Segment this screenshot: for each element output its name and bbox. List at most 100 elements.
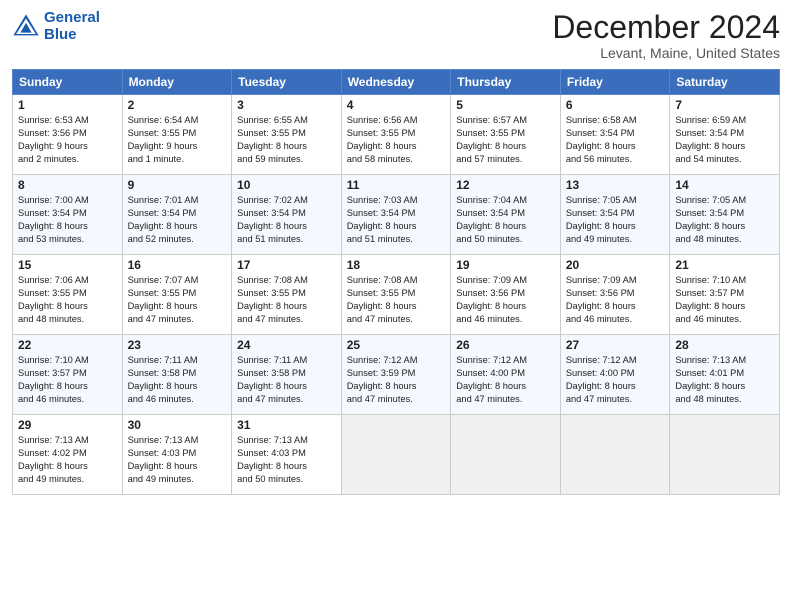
day-number: 31 (237, 418, 336, 432)
day-number: 6 (566, 98, 665, 112)
day-number: 18 (347, 258, 446, 272)
calendar-cell (670, 415, 780, 495)
day-info: Sunrise: 7:03 AM Sunset: 3:54 PM Dayligh… (347, 194, 446, 246)
calendar-table: SundayMondayTuesdayWednesdayThursdayFrid… (12, 69, 780, 495)
day-info: Sunrise: 7:07 AM Sunset: 3:55 PM Dayligh… (128, 274, 227, 326)
calendar-cell: 6 Sunrise: 6:58 AM Sunset: 3:54 PM Daylig… (560, 95, 670, 175)
calendar-cell (560, 415, 670, 495)
header: General Blue December 2024 Levant, Maine… (12, 10, 780, 61)
logo-line2: Blue (44, 26, 77, 43)
day-number: 4 (347, 98, 446, 112)
day-number: 25 (347, 338, 446, 352)
day-number: 14 (675, 178, 774, 192)
calendar-cell (451, 415, 561, 495)
day-header-tuesday: Tuesday (232, 70, 342, 95)
day-info: Sunrise: 7:10 AM Sunset: 3:57 PM Dayligh… (18, 354, 117, 406)
logo-line1: General (44, 9, 100, 26)
day-info: Sunrise: 7:12 AM Sunset: 4:00 PM Dayligh… (566, 354, 665, 406)
day-number: 29 (18, 418, 117, 432)
day-info: Sunrise: 7:05 AM Sunset: 3:54 PM Dayligh… (675, 194, 774, 246)
calendar-cell: 9Sunrise: 7:01 AM Sunset: 3:54 PM Daylig… (122, 175, 232, 255)
day-info: Sunrise: 6:58 AM Sunset: 3:54 PM Dayligh… (566, 114, 665, 166)
day-header-saturday: Saturday (670, 70, 780, 95)
day-number: 12 (456, 178, 555, 192)
day-header-friday: Friday (560, 70, 670, 95)
day-info: Sunrise: 7:12 AM Sunset: 4:00 PM Dayligh… (456, 354, 555, 406)
day-info: Sunrise: 7:02 AM Sunset: 3:54 PM Dayligh… (237, 194, 336, 246)
calendar-cell: 18 Sunrise: 7:08 AM Sunset: 3:55 PM Dayli… (341, 255, 451, 335)
calendar-cell: 16 Sunrise: 7:07 AM Sunset: 3:55 PM Dayli… (122, 255, 232, 335)
day-number: 2 (128, 98, 227, 112)
calendar-cell: 28 Sunrise: 7:13 AM Sunset: 4:01 PM Dayli… (670, 335, 780, 415)
day-info: Sunrise: 7:10 AM Sunset: 3:57 PM Dayligh… (675, 274, 774, 326)
day-number: 15 (18, 258, 117, 272)
day-info: Sunrise: 7:11 AM Sunset: 3:58 PM Dayligh… (128, 354, 227, 406)
calendar-cell: 23 Sunrise: 7:11 AM Sunset: 3:58 PM Dayli… (122, 335, 232, 415)
day-info: Sunrise: 7:00 AM Sunset: 3:54 PM Dayligh… (18, 194, 117, 246)
day-info: Sunrise: 7:13 AM Sunset: 4:03 PM Dayligh… (128, 434, 227, 486)
calendar-cell: 20Sunrise: 7:09 AM Sunset: 3:56 PM Dayli… (560, 255, 670, 335)
day-info: Sunrise: 7:08 AM Sunset: 3:55 PM Dayligh… (237, 274, 336, 326)
calendar-cell: 17 Sunrise: 7:08 AM Sunset: 3:55 PM Dayli… (232, 255, 342, 335)
calendar-cell: 27 Sunrise: 7:12 AM Sunset: 4:00 PM Dayli… (560, 335, 670, 415)
logo-icon (12, 13, 40, 41)
calendar-cell: 11 Sunrise: 7:03 AM Sunset: 3:54 PM Dayli… (341, 175, 451, 255)
calendar-cell: 21 Sunrise: 7:10 AM Sunset: 3:57 PM Dayli… (670, 255, 780, 335)
day-info: Sunrise: 7:11 AM Sunset: 3:58 PM Dayligh… (237, 354, 336, 406)
day-info: Sunrise: 7:08 AM Sunset: 3:55 PM Dayligh… (347, 274, 446, 326)
day-number: 8 (18, 178, 117, 192)
day-number: 20 (566, 258, 665, 272)
calendar-week-4: 22 Sunrise: 7:10 AM Sunset: 3:57 PM Dayli… (13, 335, 780, 415)
calendar-cell: 10 Sunrise: 7:02 AM Sunset: 3:54 PM Dayli… (232, 175, 342, 255)
calendar-cell: 12 Sunrise: 7:04 AM Sunset: 3:54 PM Dayli… (451, 175, 561, 255)
calendar-cell: 19Sunrise: 7:09 AM Sunset: 3:56 PM Dayli… (451, 255, 561, 335)
day-number: 19 (456, 258, 555, 272)
day-number: 21 (675, 258, 774, 272)
calendar-cell: 29 Sunrise: 7:13 AM Sunset: 4:02 PM Dayli… (13, 415, 123, 495)
calendar-cell: 14 Sunrise: 7:05 AM Sunset: 3:54 PM Dayli… (670, 175, 780, 255)
day-info: Sunrise: 6:56 AM Sunset: 3:55 PM Dayligh… (347, 114, 446, 166)
calendar-cell: 30Sunrise: 7:13 AM Sunset: 4:03 PM Dayli… (122, 415, 232, 495)
day-number: 24 (237, 338, 336, 352)
day-info: Sunrise: 6:54 AM Sunset: 3:55 PM Dayligh… (128, 114, 227, 166)
calendar-cell: 13Sunrise: 7:05 AM Sunset: 3:54 PM Dayli… (560, 175, 670, 255)
day-number: 27 (566, 338, 665, 352)
calendar-cell: 26 Sunrise: 7:12 AM Sunset: 4:00 PM Dayli… (451, 335, 561, 415)
calendar-cell: 25 Sunrise: 7:12 AM Sunset: 3:59 PM Dayli… (341, 335, 451, 415)
calendar-cell: 22 Sunrise: 7:10 AM Sunset: 3:57 PM Dayli… (13, 335, 123, 415)
day-number: 1 (18, 98, 117, 112)
title-section: December 2024 Levant, Maine, United Stat… (552, 10, 780, 61)
calendar-header-row: SundayMondayTuesdayWednesdayThursdayFrid… (13, 70, 780, 95)
day-info: Sunrise: 6:53 AM Sunset: 3:56 PM Dayligh… (18, 114, 117, 166)
day-number: 16 (128, 258, 227, 272)
day-number: 17 (237, 258, 336, 272)
day-header-sunday: Sunday (13, 70, 123, 95)
logo: General Blue (12, 10, 100, 43)
day-info: Sunrise: 7:04 AM Sunset: 3:54 PM Dayligh… (456, 194, 555, 246)
calendar-cell: 31Sunrise: 7:13 AM Sunset: 4:03 PM Dayli… (232, 415, 342, 495)
day-info: Sunrise: 7:06 AM Sunset: 3:55 PM Dayligh… (18, 274, 117, 326)
day-header-monday: Monday (122, 70, 232, 95)
day-number: 28 (675, 338, 774, 352)
day-number: 22 (18, 338, 117, 352)
calendar-week-2: 8 Sunrise: 7:00 AM Sunset: 3:54 PM Daylig… (13, 175, 780, 255)
day-number: 10 (237, 178, 336, 192)
day-number: 7 (675, 98, 774, 112)
day-number: 9 (128, 178, 227, 192)
day-number: 26 (456, 338, 555, 352)
calendar-cell: 2 Sunrise: 6:54 AM Sunset: 3:55 PM Daylig… (122, 95, 232, 175)
day-info: Sunrise: 6:57 AM Sunset: 3:55 PM Dayligh… (456, 114, 555, 166)
day-info: Sunrise: 7:13 AM Sunset: 4:02 PM Dayligh… (18, 434, 117, 486)
day-info: Sunrise: 6:55 AM Sunset: 3:55 PM Dayligh… (237, 114, 336, 166)
day-info: Sunrise: 7:12 AM Sunset: 3:59 PM Dayligh… (347, 354, 446, 406)
calendar-week-3: 15 Sunrise: 7:06 AM Sunset: 3:55 PM Dayli… (13, 255, 780, 335)
day-info: Sunrise: 7:13 AM Sunset: 4:01 PM Dayligh… (675, 354, 774, 406)
calendar-cell: 7Sunrise: 6:59 AM Sunset: 3:54 PM Daylig… (670, 95, 780, 175)
day-number: 3 (237, 98, 336, 112)
day-number: 11 (347, 178, 446, 192)
day-number: 23 (128, 338, 227, 352)
calendar-cell: 24 Sunrise: 7:11 AM Sunset: 3:58 PM Dayli… (232, 335, 342, 415)
calendar-cell: 3 Sunrise: 6:55 AM Sunset: 3:55 PM Daylig… (232, 95, 342, 175)
calendar-body: 1 Sunrise: 6:53 AM Sunset: 3:56 PM Daylig… (13, 95, 780, 495)
day-header-wednesday: Wednesday (341, 70, 451, 95)
